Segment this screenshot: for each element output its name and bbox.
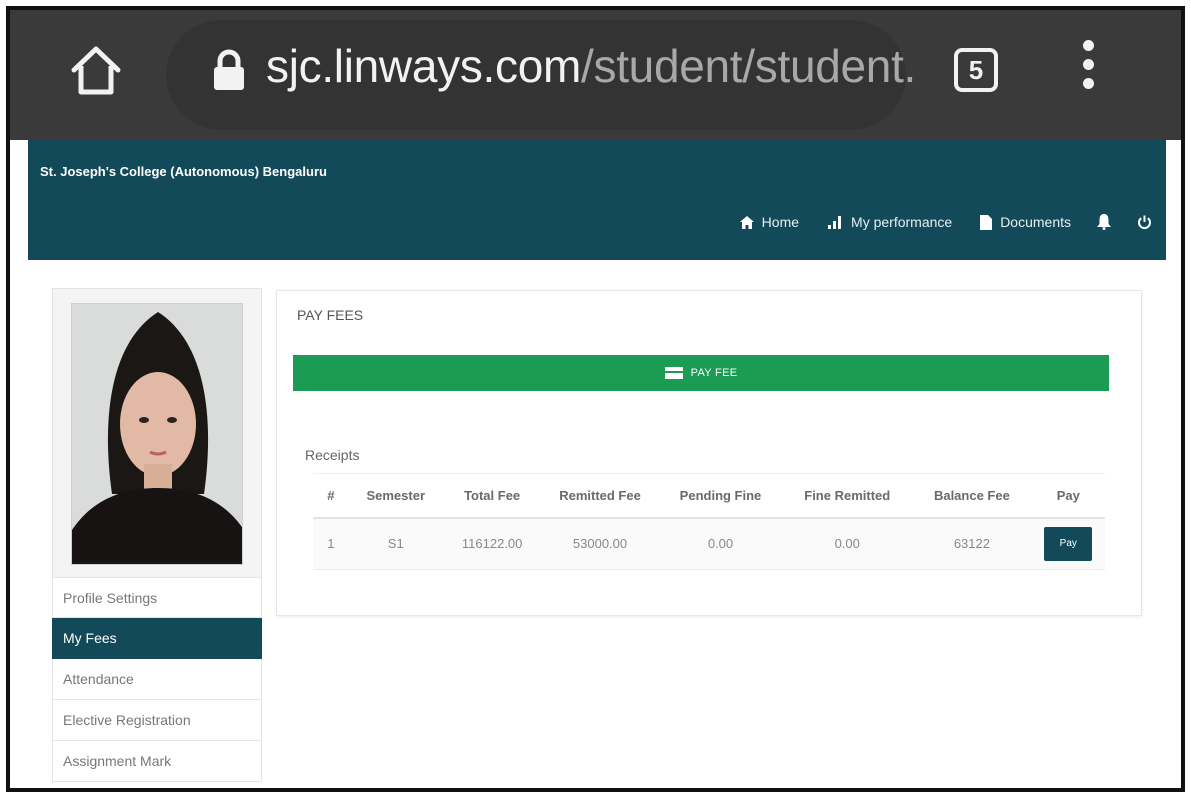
home-icon[interactable] — [66, 40, 126, 100]
nav-home-label: Home — [761, 214, 800, 230]
col-semester: Semester — [348, 473, 443, 519]
col-total-fee: Total Fee — [442, 473, 542, 519]
pay-button[interactable]: Pay — [1044, 526, 1093, 561]
sidebar-item-my-fees[interactable]: My Fees — [52, 618, 262, 659]
cell-total-fee: 116122.00 — [442, 517, 542, 570]
table-row: 1 S1 116122.00 53000.00 0.00 0.00 63122 … — [313, 517, 1105, 570]
sidebar-item-profile-settings[interactable]: Profile Settings — [52, 577, 262, 618]
url-host: sjc.linways.com — [266, 40, 582, 92]
sidebar-item-elective-registration[interactable]: Elective Registration — [52, 700, 262, 741]
sidebar-menu: Profile Settings My Fees Attendance Elec… — [52, 577, 262, 782]
col-balance-fee: Balance Fee — [912, 473, 1032, 519]
nav-documents-label: Documents — [1000, 214, 1071, 230]
document-icon — [980, 214, 993, 230]
url-text[interactable]: sjc.linways.com/student/student. — [266, 36, 916, 96]
cell-number: 1 — [313, 517, 349, 570]
student-photo — [71, 303, 243, 565]
browser-toolbar: sjc.linways.com/student/student. 5 — [10, 10, 1181, 140]
college-name: St. Joseph's College (Autonomous) Bengal… — [40, 164, 327, 179]
cell-fine-remitted: 0.00 — [782, 517, 913, 570]
credit-card-icon — [664, 367, 683, 379]
page-title: PAY FEES — [297, 307, 364, 323]
receipts-table: # Semester Total Fee Remitted Fee Pendin… — [313, 473, 1105, 570]
pay-fees-panel: PAY FEES PAY FEE Receipts # Semester Tot… — [276, 290, 1142, 616]
house-icon — [739, 215, 754, 229]
pay-fee-button[interactable]: PAY FEE — [293, 355, 1109, 391]
sidebar-item-attendance[interactable]: Attendance — [52, 659, 262, 700]
power-icon[interactable] — [1137, 215, 1152, 230]
sidebar-item-assignment-mark[interactable]: Assignment Mark — [52, 741, 262, 782]
top-navigation: Home My performance Documents — [712, 214, 1152, 230]
url-path: /student/student. — [581, 40, 917, 92]
cell-pay: Pay — [1031, 517, 1105, 570]
col-fine-remitted: Fine Remitted — [782, 473, 913, 519]
col-remitted-fee: Remitted Fee — [541, 473, 659, 519]
col-pay: Pay — [1031, 473, 1105, 519]
bell-icon[interactable] — [1097, 214, 1111, 230]
col-number: # — [313, 473, 349, 519]
profile-card — [52, 288, 262, 578]
overflow-menu-icon[interactable] — [1074, 40, 1102, 100]
col-pending-fine: Pending Fine — [658, 473, 783, 519]
cell-pending-fine: 0.00 — [658, 517, 783, 570]
lock-icon — [212, 48, 246, 92]
cell-balance-fee: 63122 — [912, 517, 1032, 570]
nav-documents[interactable]: Documents — [980, 214, 1071, 230]
table-header-row: # Semester Total Fee Remitted Fee Pendin… — [313, 473, 1105, 519]
cell-semester: S1 — [348, 517, 443, 570]
tab-switcher-button[interactable]: 5 — [954, 48, 998, 92]
pay-fee-label: PAY FEE — [690, 367, 738, 379]
nav-my-performance[interactable]: My performance — [827, 214, 952, 230]
bar-chart-icon — [828, 215, 842, 229]
site-header: St. Joseph's College (Autonomous) Bengal… — [28, 140, 1166, 260]
nav-home[interactable]: Home — [739, 214, 800, 230]
receipts-heading: Receipts — [305, 447, 360, 463]
nav-performance-label: My performance — [851, 214, 953, 230]
cell-remitted-fee: 53000.00 — [541, 517, 659, 570]
screenshot-frame: sjc.linways.com/student/student. 5 St. J… — [6, 6, 1185, 792]
